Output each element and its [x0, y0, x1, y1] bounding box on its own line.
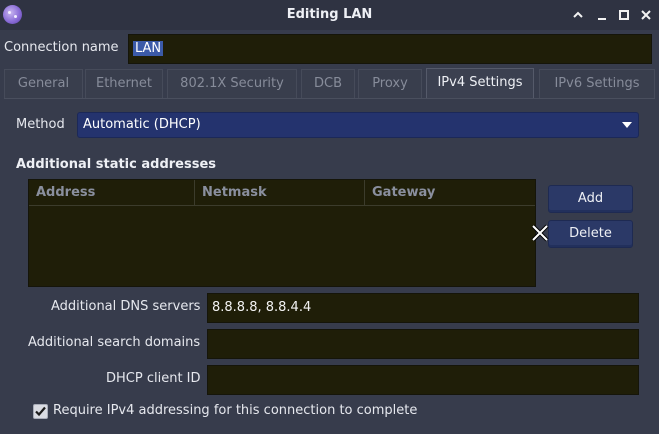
method-label: Method — [16, 117, 65, 132]
tab-general[interactable]: General — [4, 69, 83, 99]
column-header-address[interactable]: Address — [29, 180, 195, 206]
column-header-netmask[interactable]: Netmask — [195, 180, 365, 206]
window-title: Editing LAN — [286, 7, 373, 22]
dhcp-client-id-input[interactable] — [207, 365, 639, 395]
title-bar[interactable]: Editing LAN — [0, 0, 659, 30]
tab-ipv4-settings[interactable]: IPv4 Settings — [426, 68, 534, 99]
tab-dcb[interactable]: DCB — [301, 69, 355, 99]
delete-button[interactable]: Delete — [548, 220, 633, 248]
method-dropdown[interactable]: Automatic (DHCP) — [77, 112, 639, 138]
dns-servers-input[interactable]: 8.8.8.8, 8.8.4.4 — [207, 293, 639, 323]
tab-ethernet[interactable]: Ethernet — [85, 69, 163, 99]
minimize-icon[interactable] — [593, 6, 611, 24]
static-addresses-table[interactable]: Address Netmask Gateway — [28, 179, 536, 287]
connection-name-label: Connection name — [4, 40, 119, 55]
checkmark-icon — [35, 406, 46, 417]
add-button[interactable]: Add — [548, 185, 633, 213]
close-icon[interactable] — [637, 6, 655, 24]
chevron-down-icon — [622, 122, 632, 128]
tab-8021x-security[interactable]: 802.1X Security — [167, 69, 297, 99]
search-domains-input[interactable] — [207, 329, 639, 359]
tab-proxy[interactable]: Proxy — [358, 69, 422, 99]
method-value: Automatic (DHCP) — [83, 117, 201, 132]
maximize-icon[interactable] — [615, 6, 633, 24]
tab-bar: General Ethernet 802.1X Security DCB Pro… — [4, 68, 655, 99]
static-addresses-title: Additional static addresses — [16, 157, 217, 172]
column-header-gateway[interactable]: Gateway — [365, 180, 535, 206]
dhcp-client-id-label: DHCP client ID — [106, 371, 201, 386]
dns-servers-label: Additional DNS servers — [51, 299, 201, 314]
connection-name-value: LAN — [133, 41, 164, 56]
require-ipv4-checkbox[interactable] — [33, 404, 48, 419]
require-ipv4-label[interactable]: Require IPv4 addressing for this connect… — [53, 403, 417, 418]
search-domains-label: Additional search domains — [28, 335, 201, 350]
chevron-up-icon[interactable] — [569, 6, 587, 24]
tab-divider — [4, 98, 655, 99]
dns-servers-value: 8.8.8.8, 8.8.4.4 — [212, 300, 312, 315]
mouse-cursor-icon — [531, 224, 549, 242]
tab-ipv6-settings[interactable]: IPv6 Settings — [539, 69, 655, 99]
connection-name-input[interactable]: LAN — [128, 34, 652, 64]
